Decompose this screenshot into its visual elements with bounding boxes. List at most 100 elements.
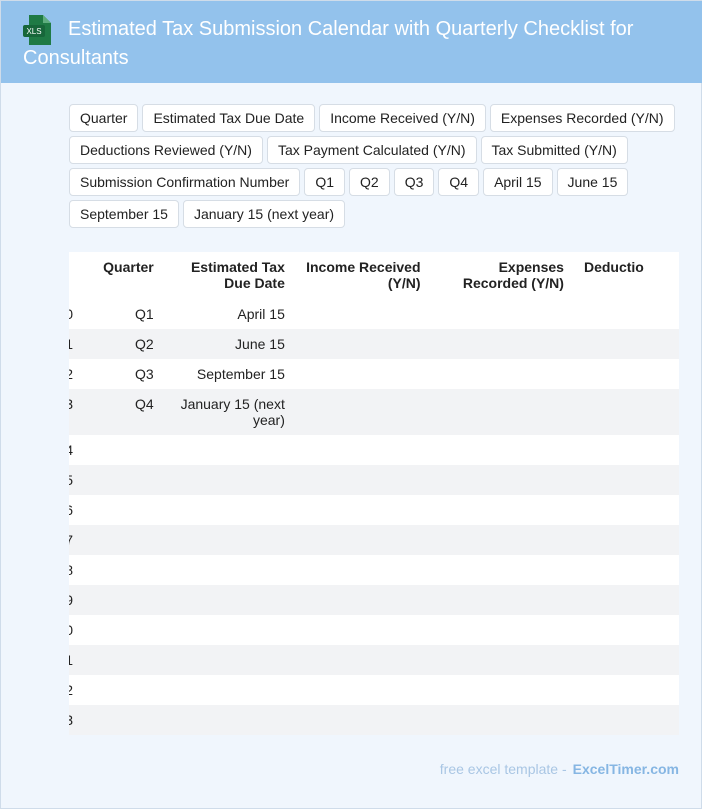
column-chip[interactable]: Q1 xyxy=(304,168,345,196)
cell-income-received[interactable] xyxy=(296,585,433,615)
column-chip[interactable]: Q4 xyxy=(438,168,480,196)
cell-income-received[interactable] xyxy=(297,435,433,465)
cell-due-date[interactable] xyxy=(166,555,297,585)
cell-due-date[interactable]: January 15 (next year) xyxy=(165,389,297,435)
cell-expenses-recorded[interactable] xyxy=(433,435,576,465)
cell-deductions[interactable] xyxy=(576,615,679,645)
cell-quarter[interactable] xyxy=(91,705,166,735)
column-chip[interactable]: Estimated Tax Due Date xyxy=(142,104,316,132)
cell-quarter[interactable] xyxy=(91,675,166,705)
column-chip[interactable]: Income Received (Y/N) xyxy=(319,104,486,132)
cell-expenses-recorded[interactable] xyxy=(433,555,576,585)
cell-expenses-recorded[interactable] xyxy=(433,615,576,645)
cell-quarter[interactable] xyxy=(91,435,166,465)
footer-brand-link[interactable]: ExcelTimer.com xyxy=(573,761,679,777)
column-chip[interactable]: Tax Payment Calculated (Y/N) xyxy=(266,136,477,164)
column-chip[interactable]: January 15 (next year) xyxy=(182,200,346,228)
cell-income-received[interactable] xyxy=(297,675,433,705)
cell-deductions[interactable] xyxy=(575,389,679,435)
cell-due-date[interactable] xyxy=(165,525,297,555)
cell-income-received[interactable] xyxy=(296,705,433,735)
cell-deductions[interactable] xyxy=(575,465,679,495)
cell-expenses-recorded[interactable] xyxy=(433,495,576,525)
cell-expenses-recorded[interactable] xyxy=(433,675,576,705)
cell-quarter[interactable] xyxy=(91,555,166,585)
table-row: 5 xyxy=(69,465,679,495)
cell-quarter[interactable] xyxy=(91,615,166,645)
cell-deductions[interactable] xyxy=(575,329,679,359)
column-chip[interactable]: Expenses Recorded (Y/N) xyxy=(489,104,675,132)
row-index-label: 0 xyxy=(69,622,73,638)
cell-expenses-recorded[interactable] xyxy=(432,465,576,495)
cell-quarter[interactable]: Q4 xyxy=(91,389,166,435)
cell-quarter[interactable]: Q2 xyxy=(91,329,166,359)
cell-quarter[interactable] xyxy=(91,465,166,495)
cell-quarter[interactable] xyxy=(91,495,166,525)
cell-due-date[interactable] xyxy=(165,585,297,615)
cell-deductions[interactable] xyxy=(576,495,679,525)
header-income-received: Income Received (Y/N) xyxy=(306,259,421,291)
cell-income-received[interactable] xyxy=(297,495,433,525)
cell-income-received[interactable] xyxy=(296,389,433,435)
cell-deductions[interactable] xyxy=(576,435,679,465)
cell-income-received[interactable] xyxy=(296,645,433,675)
cell-quarter[interactable]: Q3 xyxy=(91,359,166,389)
cell-income-received[interactable] xyxy=(297,359,433,389)
cell-expenses-recorded[interactable] xyxy=(432,525,576,555)
table-container[interactable]: Quarter Estimated Tax Due Date Income Re… xyxy=(69,252,679,735)
cell-expenses-recorded[interactable] xyxy=(432,645,576,675)
cell-due-date[interactable] xyxy=(165,645,297,675)
cell-income-received[interactable] xyxy=(296,465,433,495)
row-index-label: 4 xyxy=(69,442,73,458)
cell-due-date[interactable] xyxy=(166,675,297,705)
cell-income-received[interactable] xyxy=(296,329,433,359)
cell-deductions[interactable] xyxy=(576,299,679,329)
cell-due-date[interactable]: June 15 xyxy=(165,329,297,359)
column-chip[interactable]: Deductions Reviewed (Y/N) xyxy=(69,136,263,164)
cell-expenses-recorded[interactable] xyxy=(432,329,576,359)
column-chip[interactable]: September 15 xyxy=(69,200,179,228)
cell-due-date[interactable] xyxy=(165,465,297,495)
cell-expenses-recorded[interactable] xyxy=(433,359,576,389)
cell-quarter[interactable] xyxy=(91,645,166,675)
cell-deductions[interactable] xyxy=(575,645,679,675)
data-table: Quarter Estimated Tax Due Date Income Re… xyxy=(69,252,679,735)
cell-deductions[interactable] xyxy=(575,585,679,615)
cell-deductions[interactable] xyxy=(576,675,679,705)
row-index: 1 xyxy=(69,645,91,675)
cell-expenses-recorded[interactable] xyxy=(433,299,576,329)
column-chip[interactable]: April 15 xyxy=(483,168,553,196)
column-chip[interactable]: June 15 xyxy=(556,168,629,196)
cell-due-date[interactable] xyxy=(166,615,297,645)
column-chip[interactable]: Quarter xyxy=(69,104,139,132)
cell-deductions[interactable] xyxy=(576,555,679,585)
table-row: 1 xyxy=(69,645,679,675)
row-index-label: 8 xyxy=(69,562,73,578)
cell-expenses-recorded[interactable] xyxy=(432,585,576,615)
column-chip[interactable]: Submission Confirmation Number xyxy=(69,168,301,196)
cell-expenses-recorded[interactable] xyxy=(432,705,576,735)
column-chip[interactable]: Q2 xyxy=(349,168,390,196)
table-row: 9 xyxy=(69,585,679,615)
cell-income-received[interactable] xyxy=(296,525,433,555)
column-chip[interactable]: Tax Submitted (Y/N) xyxy=(480,136,628,164)
cell-deductions[interactable] xyxy=(575,525,679,555)
cell-expenses-recorded[interactable] xyxy=(432,389,576,435)
cell-due-date[interactable]: April 15 xyxy=(166,299,297,329)
cell-due-date[interactable] xyxy=(166,495,297,525)
column-chip[interactable]: Q3 xyxy=(393,168,435,196)
cell-deductions[interactable] xyxy=(575,705,679,735)
table-row: 2 Q3 September 15 xyxy=(69,359,679,389)
cell-quarter[interactable] xyxy=(91,585,166,615)
cell-due-date[interactable] xyxy=(165,705,297,735)
cell-due-date[interactable] xyxy=(166,435,297,465)
cell-income-received[interactable] xyxy=(297,615,433,645)
cell-income-received[interactable] xyxy=(297,299,433,329)
cell-income-received[interactable] xyxy=(297,555,433,585)
cell-deductions[interactable] xyxy=(576,359,679,389)
header-deductions: Deductio xyxy=(583,259,644,275)
cell-due-date[interactable]: September 15 xyxy=(166,359,297,389)
cell-quarter[interactable]: Q1 xyxy=(91,299,166,329)
table-row: 8 xyxy=(69,555,679,585)
cell-quarter[interactable] xyxy=(91,525,166,555)
